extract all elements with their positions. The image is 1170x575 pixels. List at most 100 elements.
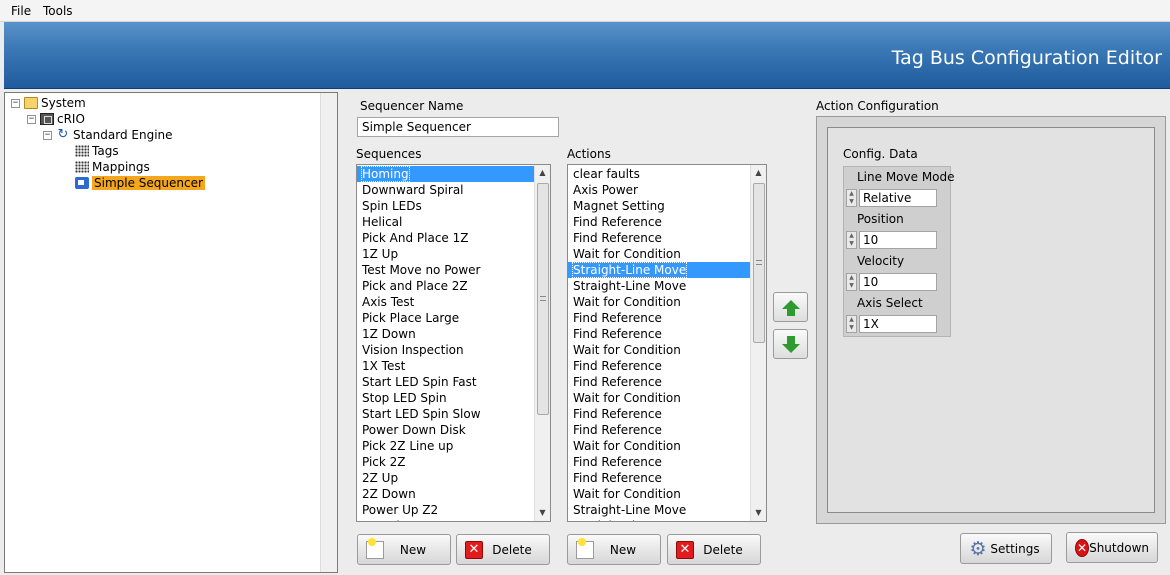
list-item[interactable]: Axis Power: [568, 182, 766, 198]
project-tree[interactable]: − System − cRIO − ↻ Standard Engine Tags…: [4, 92, 338, 573]
list-item[interactable]: Spin LEDs: [357, 198, 550, 214]
shutdown-button[interactable]: ✕ Shutdown: [1066, 532, 1158, 563]
menu-file[interactable]: File: [11, 4, 31, 18]
scroll-thumb[interactable]: [753, 183, 765, 343]
list-item[interactable]: Find Reference: [568, 470, 766, 486]
list-item[interactable]: Downward Spiral: [357, 182, 550, 198]
tree-item-system[interactable]: − System: [11, 95, 86, 111]
list-item[interactable]: Wait for Condition: [568, 486, 766, 502]
banner-title: Tag Bus Configuration Editor: [891, 47, 1162, 69]
collapse-icon[interactable]: −: [43, 130, 52, 140]
increment-decrement-icon[interactable]: ▲ ▼: [846, 189, 857, 207]
list-item[interactable]: Find Reference: [568, 454, 766, 470]
menu-bar: File Tools: [0, 0, 1170, 22]
scroll-down-icon[interactable]: ▼: [535, 506, 550, 520]
list-item[interactable]: Axis Test: [357, 294, 550, 310]
list-item[interactable]: 1X Test: [357, 358, 550, 374]
list-item[interactable]: Wait for Condition: [568, 246, 766, 262]
collapse-icon[interactable]: −: [11, 98, 20, 108]
actions-listbox[interactable]: clear faults Axis Power Magnet Setting Find…: [567, 164, 767, 522]
list-item[interactable]: Speed Test: [357, 518, 550, 521]
sequences-scrollbar[interactable]: ▲ ▼: [534, 165, 550, 521]
list-item[interactable]: Find Reference: [568, 214, 766, 230]
move-up-button[interactable]: [773, 292, 808, 322]
move-down-button[interactable]: [773, 329, 808, 359]
list-item[interactable]: 2Z Down: [357, 486, 550, 502]
settings-button[interactable]: ⚙ Settings: [960, 533, 1052, 564]
list-item[interactable]: Pick Place Large: [357, 310, 550, 326]
velocity-control[interactable]: ▲ ▼ 10: [846, 273, 938, 291]
scroll-up-icon[interactable]: ▲: [535, 166, 550, 180]
list-item[interactable]: Test Move no Power: [357, 262, 550, 278]
list-item[interactable]: Wait for Condition: [568, 294, 766, 310]
collapse-icon[interactable]: −: [27, 114, 36, 124]
tree-item-crio[interactable]: − cRIO: [27, 111, 85, 127]
sequence-new-button[interactable]: New: [357, 534, 451, 565]
tree-item-simple-sequencer[interactable]: Simple Sequencer: [75, 175, 205, 191]
list-item[interactable]: Homing: [357, 166, 550, 182]
list-item[interactable]: Find Reference: [568, 374, 766, 390]
list-item[interactable]: Find Reference: [568, 230, 766, 246]
list-item[interactable]: Power Up Z2: [357, 502, 550, 518]
sequences-listbox[interactable]: Homing Downward Spiral Spin LEDs Helical Pic…: [356, 164, 551, 522]
velocity-value[interactable]: 10: [859, 273, 937, 291]
list-item[interactable]: Straight-Line Move: [568, 502, 766, 518]
position-control[interactable]: ▲ ▼ 10: [846, 231, 938, 249]
list-item[interactable]: Pick and Place 2Z: [357, 278, 550, 294]
list-item[interactable]: Wait for Condition: [568, 390, 766, 406]
tree-scrollbar[interactable]: [320, 93, 337, 572]
scroll-thumb[interactable]: [537, 183, 549, 415]
list-item[interactable]: Stop LED Spin: [357, 390, 550, 406]
list-item[interactable]: Find Reference: [568, 406, 766, 422]
action-new-button[interactable]: New: [567, 534, 661, 565]
list-item[interactable]: Pick 2Z Line up: [357, 438, 550, 454]
list-item[interactable]: clear faults: [568, 166, 766, 182]
list-item[interactable]: Find Reference: [568, 310, 766, 326]
list-item[interactable]: Wait for Condition: [568, 438, 766, 454]
axis-select-value[interactable]: 1X: [859, 315, 937, 333]
line-move-mode-value[interactable]: Relative: [859, 189, 937, 207]
list-item[interactable]: 1Z Down: [357, 326, 550, 342]
tree-item-mappings[interactable]: Mappings: [75, 159, 150, 175]
sequencer-name-input[interactable]: Simple Sequencer: [357, 117, 559, 137]
actions-items: clear faults Axis Power Magnet Setting Find…: [568, 166, 766, 521]
scroll-down-icon[interactable]: ▼: [751, 506, 766, 520]
list-item[interactable]: Straight-Line Move: [568, 262, 766, 278]
engine-icon: ↻: [57, 127, 69, 142]
list-item[interactable]: Power Down Disk: [357, 422, 550, 438]
actions-scrollbar[interactable]: ▲ ▼: [750, 165, 766, 521]
menu-tools[interactable]: Tools: [43, 4, 73, 18]
list-item[interactable]: Magnet Setting: [568, 198, 766, 214]
line-move-mode-control[interactable]: ▲ ▼ Relative: [846, 189, 938, 207]
green-up-arrow-icon: [781, 299, 800, 316]
list-item[interactable]: Start LED Spin Slow: [357, 406, 550, 422]
position-value[interactable]: 10: [859, 231, 937, 249]
title-banner: Tag Bus Configuration Editor: [4, 22, 1170, 89]
list-item[interactable]: 2Z Up: [357, 470, 550, 486]
tree-item-tags[interactable]: Tags: [75, 143, 119, 159]
increment-decrement-icon[interactable]: ▲ ▼: [846, 315, 857, 333]
list-item[interactable]: Straight-Line Move: [568, 278, 766, 294]
list-item[interactable]: 1Z Up: [357, 246, 550, 262]
list-item[interactable]: Straight-Line Move: [568, 518, 766, 521]
list-item[interactable]: Helical: [357, 214, 550, 230]
list-item[interactable]: Start LED Spin Fast: [357, 374, 550, 390]
list-item[interactable]: Pick And Place 1Z: [357, 230, 550, 246]
increment-decrement-icon[interactable]: ▲ ▼: [846, 231, 857, 249]
list-item[interactable]: Pick 2Z: [357, 454, 550, 470]
tree-label-engine: Standard Engine: [73, 128, 173, 142]
tree-label-sequencer: Simple Sequencer: [92, 176, 205, 190]
axis-select-control[interactable]: ▲ ▼ 1X: [846, 315, 938, 333]
list-item[interactable]: Vision Inspection: [357, 342, 550, 358]
config-data-cluster: Line Move Mode ▲ ▼ Relative Position ▲ ▼ 1…: [843, 166, 955, 337]
increment-decrement-icon[interactable]: ▲ ▼: [846, 273, 857, 291]
tree-item-standard-engine[interactable]: − ↻ Standard Engine: [43, 127, 173, 143]
scroll-up-icon[interactable]: ▲: [751, 166, 766, 180]
sequence-delete-button[interactable]: ✕ Delete: [456, 534, 550, 565]
list-item[interactable]: Find Reference: [568, 358, 766, 374]
list-item[interactable]: Find Reference: [568, 422, 766, 438]
new-document-icon: [366, 537, 384, 559]
action-delete-button[interactable]: ✕ Delete: [667, 534, 761, 565]
list-item[interactable]: Find Reference: [568, 326, 766, 342]
list-item[interactable]: Wait for Condition: [568, 342, 766, 358]
